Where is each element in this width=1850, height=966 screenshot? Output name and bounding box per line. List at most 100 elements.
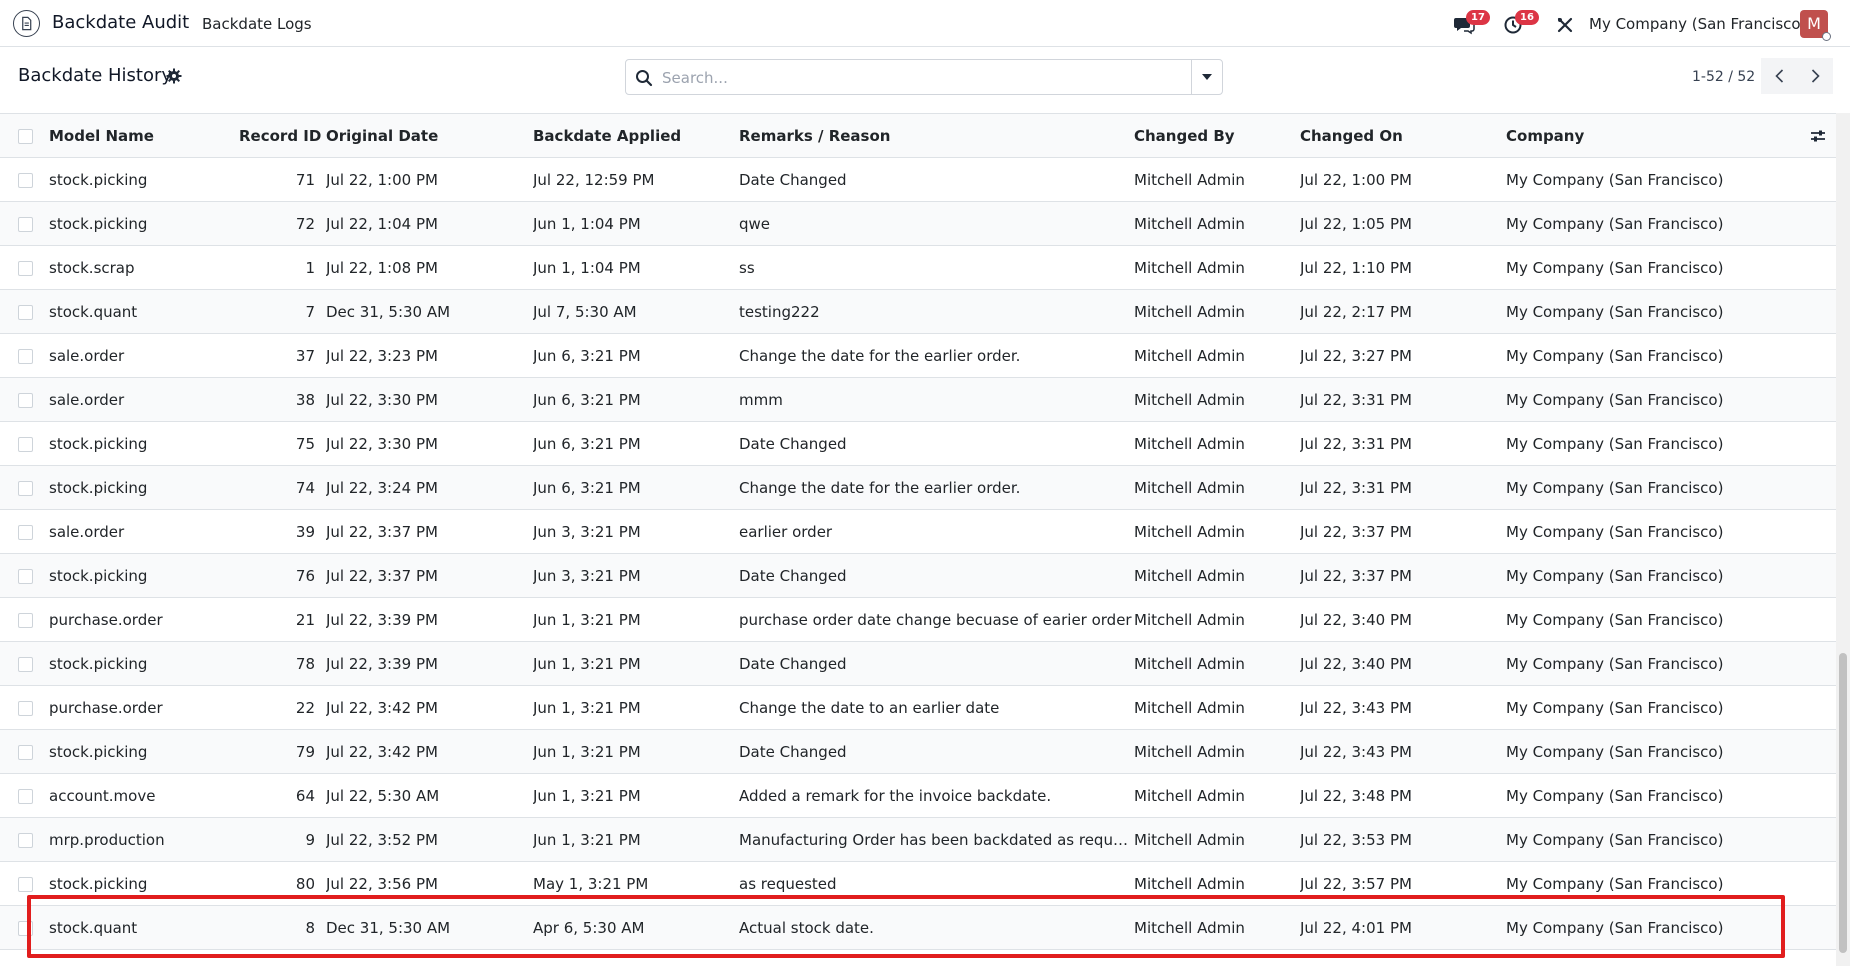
cell-changed-by[interactable]: Mitchell Admin [1134,465,1300,510]
cell-backdate-applied[interactable]: Jun 3, 3:21 PM [533,553,739,598]
col-remarks[interactable]: Remarks / Reason [739,113,1134,158]
cell-record-id[interactable]: 76 [239,553,326,598]
cell-changed-by[interactable]: Mitchell Admin [1134,685,1300,730]
cell-model-name[interactable]: stock.scrap [49,245,239,290]
cell-original-date[interactable]: Jul 22, 3:30 PM [326,377,533,422]
cell-changed-on[interactable]: Jul 22, 3:37 PM [1300,509,1506,554]
cell-backdate-applied[interactable]: Jun 1, 3:21 PM [533,685,739,730]
cell-backdate-applied[interactable]: Jun 6, 3:21 PM [533,421,739,466]
cell-company[interactable]: My Company (San Francisco) [1506,685,1786,730]
cell-company[interactable]: My Company (San Francisco) [1506,905,1786,950]
cell-original-date[interactable]: Jul 22, 1:08 PM [326,245,533,290]
row-checkbox[interactable] [18,216,33,232]
row-checkbox[interactable] [18,392,33,408]
search-input[interactable] [660,66,1194,90]
cell-company[interactable]: My Company (San Francisco) [1506,377,1786,422]
table-row[interactable]: purchase.order 21 Jul 22, 3:39 PM Jun 1, 3:… [0,597,1836,642]
cell-model-name[interactable]: stock.quant [49,905,239,950]
cell-model-name[interactable]: purchase.order [49,685,239,730]
cell-record-id[interactable]: 7 [239,289,326,334]
cell-original-date[interactable]: Jul 22, 3:37 PM [326,553,533,598]
row-checkbox[interactable] [18,744,33,760]
cell-changed-by[interactable]: Mitchell Admin [1134,729,1300,774]
table-row[interactable]: mrp.production 9 Jul 22, 3:52 PM Jun 1, 3:2… [0,817,1836,862]
cell-backdate-applied[interactable]: Jun 1, 3:21 PM [533,641,739,686]
cell-changed-on[interactable]: Jul 22, 3:31 PM [1300,465,1506,510]
row-checkbox[interactable] [18,920,33,936]
cell-record-id[interactable]: 1 [239,245,326,290]
cell-remarks[interactable]: earlier order [739,509,1134,554]
cell-changed-on[interactable]: Jul 22, 1:10 PM [1300,245,1506,290]
cell-backdate-applied[interactable]: Jun 1, 1:04 PM [533,201,739,246]
table-row[interactable]: stock.quant 7 Dec 31, 5:30 AM Jul 7, 5:30 A… [0,289,1836,334]
row-checkbox[interactable] [18,348,33,364]
cell-changed-by[interactable]: Mitchell Admin [1134,333,1300,378]
cell-backdate-applied[interactable]: Jun 6, 3:21 PM [533,333,739,378]
cell-model-name[interactable]: stock.picking [49,157,239,202]
cell-remarks[interactable]: as requested [739,861,1134,906]
table-row[interactable]: sale.order 39 Jul 22, 3:37 PM Jun 3, 3:21 P… [0,509,1836,554]
cell-model-name[interactable]: mrp.production [49,817,239,862]
cell-backdate-applied[interactable]: Jun 1, 1:04 PM [533,245,739,290]
cell-record-id[interactable]: 21 [239,597,326,642]
app-name[interactable]: Backdate Audit [52,12,189,33]
cell-changed-by[interactable]: Mitchell Admin [1134,597,1300,642]
cell-model-name[interactable]: stock.picking [49,641,239,686]
cell-record-id[interactable]: 74 [239,465,326,510]
cell-record-id[interactable]: 64 [239,773,326,818]
row-checkbox[interactable] [18,832,33,848]
cell-model-name[interactable]: stock.picking [49,729,239,774]
row-checkbox[interactable] [18,612,33,628]
cell-record-id[interactable]: 72 [239,201,326,246]
cell-changed-by[interactable]: Mitchell Admin [1134,377,1300,422]
cell-remarks[interactable]: Added a remark for the invoice backdate. [739,773,1134,818]
cell-remarks[interactable]: Date Changed [739,729,1134,774]
cell-backdate-applied[interactable]: Jun 6, 3:21 PM [533,465,739,510]
cell-remarks[interactable]: Manufacturing Order has been backdated a… [739,817,1134,862]
col-original-date[interactable]: Original Date [326,113,533,158]
cell-backdate-applied[interactable]: Jun 6, 3:21 PM [533,377,739,422]
table-row[interactable]: stock.picking 76 Jul 22, 3:37 PM Jun 3, 3:2… [0,553,1836,598]
cell-original-date[interactable]: Jul 22, 3:37 PM [326,509,533,554]
cell-original-date[interactable]: Jul 22, 3:24 PM [326,465,533,510]
table-row[interactable]: sale.order 38 Jul 22, 3:30 PM Jun 6, 3:21 P… [0,377,1836,422]
cell-original-date[interactable]: Jul 22, 3:30 PM [326,421,533,466]
cell-backdate-applied[interactable]: Jul 7, 5:30 AM [533,289,739,334]
cell-record-id[interactable]: 37 [239,333,326,378]
cell-backdate-applied[interactable]: May 1, 3:21 PM [533,861,739,906]
row-checkbox[interactable] [18,656,33,672]
row-checkbox[interactable] [18,876,33,892]
row-checkbox[interactable] [18,172,33,188]
cell-remarks[interactable]: Date Changed [739,553,1134,598]
row-checkbox[interactable] [18,304,33,320]
cell-original-date[interactable]: Jul 22, 3:56 PM [326,861,533,906]
document-icon[interactable] [13,10,40,37]
cell-original-date[interactable]: Jul 22, 1:04 PM [326,201,533,246]
cell-changed-by[interactable]: Mitchell Admin [1134,905,1300,950]
cell-company[interactable]: My Company (San Francisco) [1506,157,1786,202]
table-row[interactable]: stock.picking 80 Jul 22, 3:56 PM May 1, 3:2… [0,861,1836,906]
cell-changed-by[interactable]: Mitchell Admin [1134,817,1300,862]
col-changed-on[interactable]: Changed On [1300,113,1506,158]
cell-original-date[interactable]: Jul 22, 3:39 PM [326,597,533,642]
cell-model-name[interactable]: stock.picking [49,465,239,510]
cell-model-name[interactable]: account.move [49,773,239,818]
cell-backdate-applied[interactable]: Apr 6, 5:30 AM [533,905,739,950]
cell-backdate-applied[interactable]: Jun 3, 3:21 PM [533,509,739,554]
optional-columns-toggle[interactable] [1786,129,1836,143]
cell-original-date[interactable]: Jul 22, 1:00 PM [326,157,533,202]
cell-changed-by[interactable]: Mitchell Admin [1134,861,1300,906]
cell-changed-on[interactable]: Jul 22, 3:27 PM [1300,333,1506,378]
cell-remarks[interactable]: Date Changed [739,157,1134,202]
cell-changed-by[interactable]: Mitchell Admin [1134,641,1300,686]
cell-company[interactable]: My Company (San Francisco) [1506,289,1786,334]
cell-changed-on[interactable]: Jul 22, 3:31 PM [1300,377,1506,422]
cell-record-id[interactable]: 22 [239,685,326,730]
cell-record-id[interactable]: 80 [239,861,326,906]
table-row[interactable]: stock.picking 74 Jul 22, 3:24 PM Jun 6, 3:2… [0,465,1836,510]
cell-remarks[interactable]: qwe [739,201,1134,246]
row-checkbox[interactable] [18,788,33,804]
cell-record-id[interactable]: 9 [239,817,326,862]
cell-changed-on[interactable]: Jul 22, 3:37 PM [1300,553,1506,598]
cell-original-date[interactable]: Jul 22, 3:52 PM [326,817,533,862]
